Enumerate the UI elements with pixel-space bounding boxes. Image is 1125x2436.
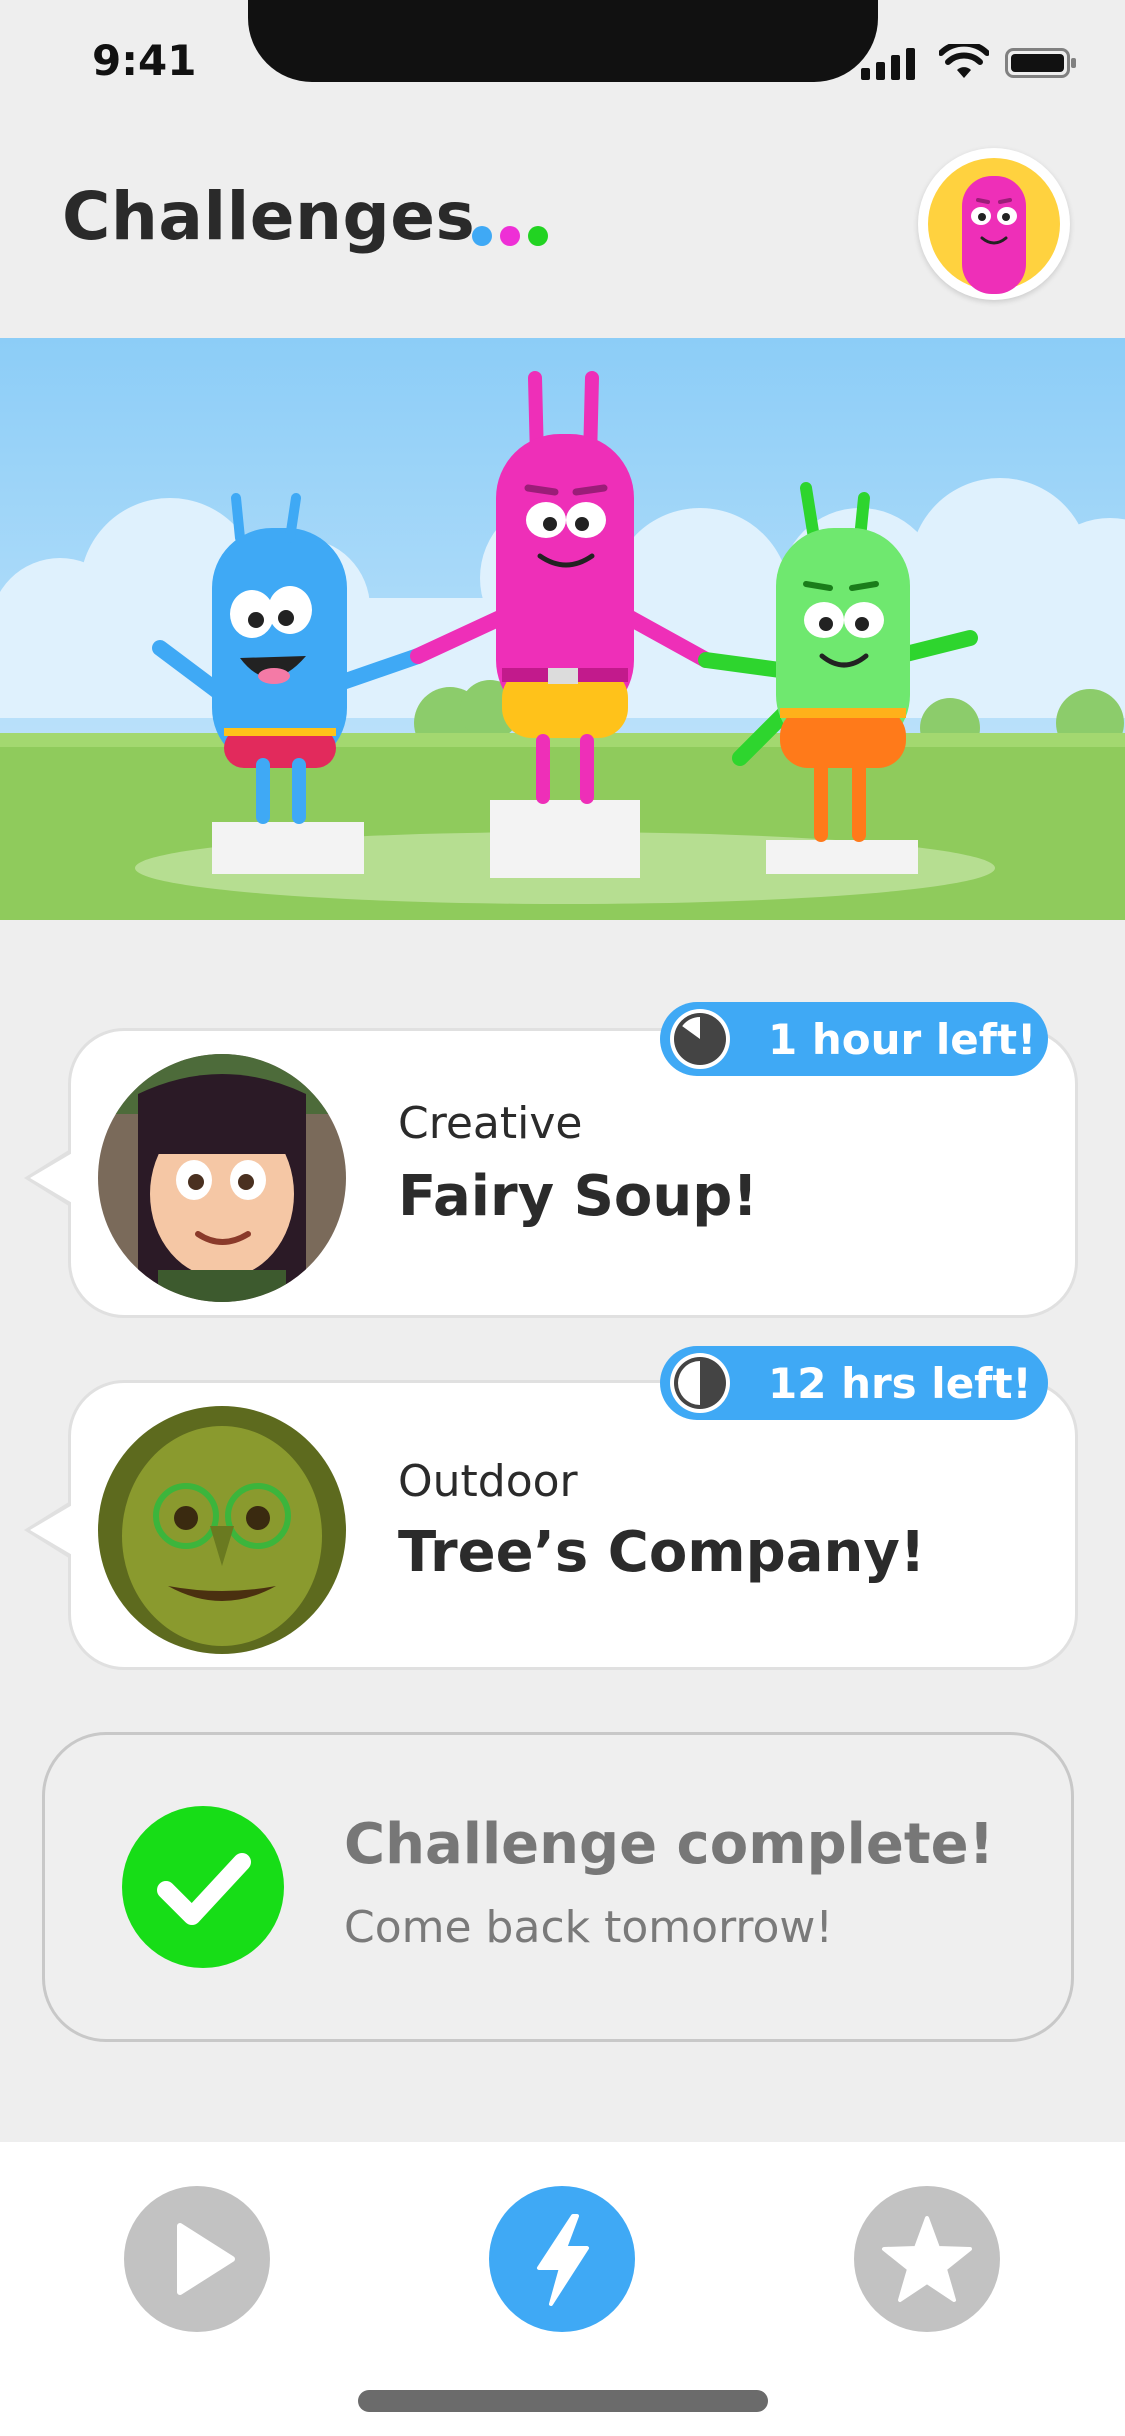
challenge-category: Creative bbox=[398, 1098, 583, 1149]
nav-challenges-button[interactable] bbox=[489, 2186, 635, 2332]
challenge-avatar-tree bbox=[98, 1406, 346, 1654]
timer-icon bbox=[670, 1009, 730, 1069]
time-left-label: 12 hrs left! bbox=[768, 1358, 1032, 1408]
dot-green bbox=[528, 226, 548, 246]
time-left-label: 1 hour left! bbox=[768, 1014, 1037, 1064]
home-indicator bbox=[358, 2390, 768, 2412]
dot-pink bbox=[500, 226, 520, 246]
hero-illustration bbox=[0, 338, 1125, 920]
device-notch bbox=[248, 0, 878, 82]
timer-badge: 1 hour left! bbox=[660, 1002, 1048, 1076]
status-bar: 9:41 bbox=[0, 0, 1125, 130]
nav-play-button[interactable] bbox=[124, 2186, 270, 2332]
cellular-signal-icon bbox=[861, 48, 915, 80]
loading-dots-icon bbox=[472, 226, 548, 246]
timer-badge: 12 hrs left! bbox=[660, 1346, 1048, 1420]
profile-avatar[interactable] bbox=[918, 148, 1070, 300]
page-title: Challenges bbox=[62, 178, 476, 255]
check-icon bbox=[122, 1806, 284, 1968]
star-icon bbox=[882, 2216, 972, 2302]
challenge-avatar-fairy bbox=[98, 1054, 346, 1302]
timer-icon bbox=[670, 1353, 730, 1413]
nav-favorites-button[interactable] bbox=[854, 2186, 1000, 2332]
card-pointer bbox=[30, 1504, 74, 1556]
challenge-title: Tree’s Company! bbox=[398, 1520, 926, 1585]
lightning-icon bbox=[537, 2214, 589, 2306]
challenge-category: Outdoor bbox=[398, 1456, 578, 1507]
play-icon bbox=[177, 2223, 235, 2295]
wifi-icon bbox=[939, 44, 989, 78]
status-time: 9:41 bbox=[92, 36, 197, 85]
challenge-title: Fairy Soup! bbox=[398, 1164, 758, 1229]
battery-icon bbox=[1005, 48, 1076, 78]
complete-title: Challenge complete! bbox=[344, 1812, 995, 1877]
dot-blue bbox=[472, 226, 492, 246]
complete-subtitle: Come back tomorrow! bbox=[344, 1902, 834, 1953]
card-pointer bbox=[30, 1152, 74, 1204]
